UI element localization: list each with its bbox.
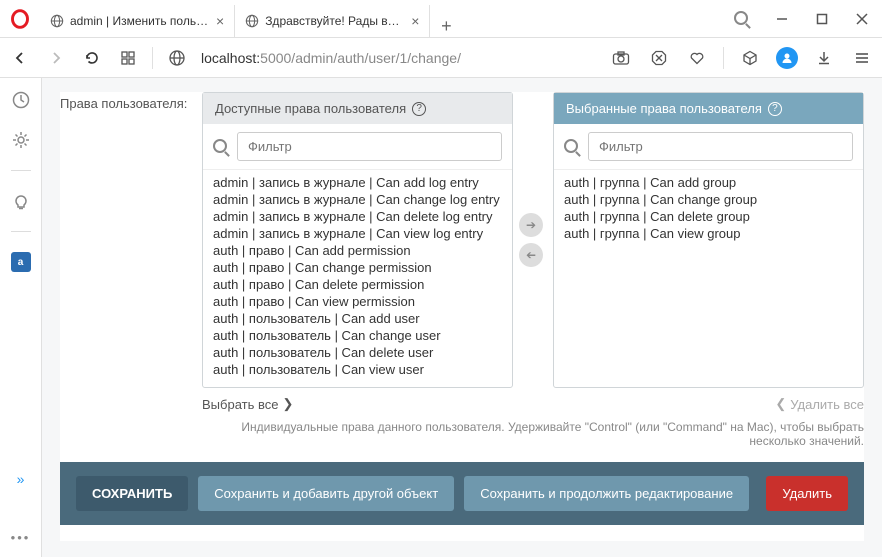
list-item[interactable]: auth | пользователь | Can add user <box>213 310 502 327</box>
permissions-label: Права пользователя: <box>60 92 190 111</box>
back-button[interactable] <box>8 46 32 70</box>
action-bar: СОХРАНИТЬ Сохранить и добавить другой об… <box>60 462 864 525</box>
chevron-left-icon: ❮ <box>775 396 786 412</box>
available-list[interactable]: admin | запись в журнале | Can add log e… <box>203 169 512 387</box>
transfer-buttons: ➔ ➔ <box>519 92 547 388</box>
list-item[interactable]: auth | группа | Can view group <box>564 225 853 242</box>
opera-sidebar: а » ••• <box>0 78 42 557</box>
chosen-permissions-panel: Выбранные права пользователя ? auth | гр… <box>553 92 864 388</box>
menu-icon[interactable] <box>850 46 874 70</box>
chosen-list[interactable]: auth | группа | Can add groupauth | груп… <box>554 169 863 387</box>
divider <box>11 170 31 171</box>
list-item[interactable]: admin | запись в журнале | Can view log … <box>213 225 502 242</box>
search-button[interactable] <box>722 0 762 38</box>
globe-icon <box>50 14 64 28</box>
tab-0[interactable]: admin | Изменить пользов × <box>40 5 235 37</box>
tab-close-1[interactable]: × <box>411 13 419 29</box>
globe-icon <box>245 14 259 28</box>
tab-close-0[interactable]: × <box>216 13 224 29</box>
lightbulb-icon[interactable] <box>11 191 31 211</box>
chosen-header: Выбранные права пользователя ? <box>554 93 863 124</box>
help-text: Индивидуальные права данного пользовател… <box>202 414 864 462</box>
adblock-icon[interactable] <box>647 46 671 70</box>
list-item[interactable]: auth | пользователь | Can view user <box>213 361 502 378</box>
chevron-right-icon: ❯ <box>282 396 293 412</box>
camera-icon[interactable] <box>609 46 633 70</box>
list-item[interactable]: admin | запись в журнале | Can delete lo… <box>213 208 502 225</box>
forward-button[interactable] <box>44 46 68 70</box>
choose-all-link[interactable]: Выбрать все ❯ <box>202 396 519 412</box>
divider <box>152 47 153 69</box>
tab-1[interactable]: Здравствуйте! Рады вас в × <box>235 5 430 37</box>
delete-button[interactable]: Удалить <box>766 476 848 511</box>
chosen-filter-input[interactable] <box>588 132 853 161</box>
title-bar: admin | Изменить пользов × Здравствуйте!… <box>0 0 882 38</box>
divider <box>723 47 724 69</box>
gear-icon[interactable] <box>11 130 31 150</box>
opera-logo[interactable] <box>0 9 40 29</box>
list-item[interactable]: auth | право | Can change permission <box>213 259 502 276</box>
list-item[interactable]: admin | запись в журнале | Can add log e… <box>213 174 502 191</box>
reload-button[interactable] <box>80 46 104 70</box>
save-add-button[interactable]: Сохранить и добавить другой объект <box>198 476 454 511</box>
download-icon[interactable] <box>812 46 836 70</box>
available-filter-input[interactable] <box>237 132 502 161</box>
help-icon[interactable]: ? <box>412 102 426 116</box>
available-permissions-panel: Доступные права пользователя ? admin | з… <box>202 92 513 388</box>
list-item[interactable]: auth | группа | Can add group <box>564 174 853 191</box>
sidebar-menu-button[interactable]: ••• <box>11 530 31 545</box>
toolbar: localhost:5000/admin/auth/user/1/change/ <box>0 38 882 78</box>
maximize-button[interactable] <box>802 0 842 38</box>
list-item[interactable]: admin | запись в журнале | Can change lo… <box>213 191 502 208</box>
page-content: Права пользователя: Доступные права поль… <box>42 78 882 557</box>
list-item[interactable]: auth | право | Can view permission <box>213 293 502 310</box>
new-tab-button[interactable]: + <box>430 16 462 37</box>
card: Права пользователя: Доступные права поль… <box>60 92 864 541</box>
window-controls <box>722 0 882 38</box>
list-item[interactable]: auth | пользователь | Can delete user <box>213 344 502 361</box>
remove-all-link[interactable]: ❮ Удалить все <box>547 396 864 412</box>
speed-dial-button[interactable] <box>116 46 140 70</box>
add-selected-button[interactable]: ➔ <box>519 213 543 237</box>
close-window-button[interactable] <box>842 0 882 38</box>
expand-sidebar-button[interactable]: » <box>17 471 25 487</box>
help-icon[interactable]: ? <box>768 102 782 116</box>
divider <box>11 231 31 232</box>
site-info-icon[interactable] <box>165 46 189 70</box>
profile-avatar[interactable] <box>776 47 798 69</box>
heart-icon[interactable] <box>685 46 709 70</box>
save-continue-button[interactable]: Сохранить и продолжить редактирование <box>464 476 749 511</box>
list-item[interactable]: auth | право | Can delete permission <box>213 276 502 293</box>
tab-title-1: Здравствуйте! Рады вас в <box>265 14 405 28</box>
minimize-button[interactable] <box>762 0 802 38</box>
save-button[interactable]: СОХРАНИТЬ <box>76 476 188 511</box>
cube-icon[interactable] <box>738 46 762 70</box>
address-bar[interactable]: localhost:5000/admin/auth/user/1/change/ <box>201 50 597 66</box>
search-icon <box>213 139 229 155</box>
list-item[interactable]: auth | пользователь | Can change user <box>213 327 502 344</box>
list-item[interactable]: auth | право | Can add permission <box>213 242 502 259</box>
tabs: admin | Изменить пользов × Здравствуйте!… <box>40 0 722 37</box>
tab-title-0: admin | Изменить пользов <box>70 14 210 28</box>
available-header: Доступные права пользователя ? <box>203 93 512 124</box>
translate-icon[interactable]: а <box>11 252 31 272</box>
list-item[interactable]: auth | группа | Can delete group <box>564 208 853 225</box>
url-text: localhost:5000/admin/auth/user/1/change/ <box>201 50 461 66</box>
history-icon[interactable] <box>11 90 31 110</box>
remove-selected-button[interactable]: ➔ <box>519 243 543 267</box>
list-item[interactable]: auth | группа | Can change group <box>564 191 853 208</box>
search-icon <box>564 139 580 155</box>
